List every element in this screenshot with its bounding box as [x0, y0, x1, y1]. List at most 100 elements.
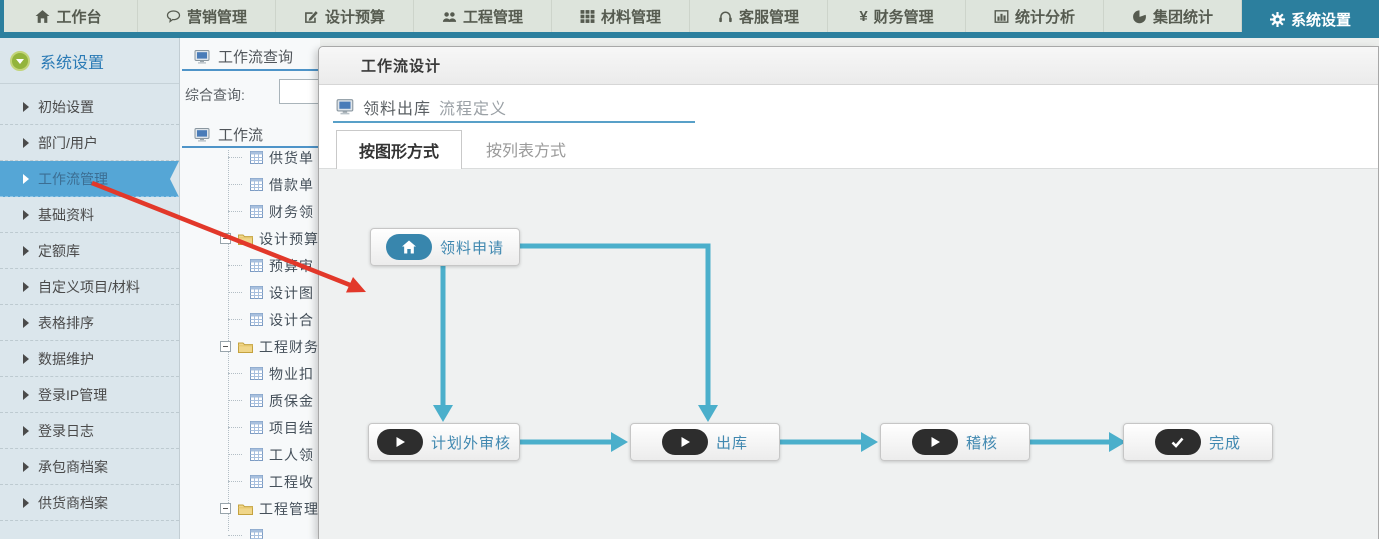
panel-header: 工作流设计: [319, 47, 1378, 85]
tree-item[interactable]: 预算审: [180, 252, 320, 279]
table-icon: [250, 313, 263, 326]
nav-item-workbench[interactable]: 工作台: [0, 0, 137, 32]
process-name: 领料出库: [363, 95, 431, 119]
tree-item[interactable]: 工人领: [180, 441, 320, 468]
headset-icon: [718, 9, 733, 24]
caret-right-icon: [23, 210, 29, 220]
nav-item-label: 财务管理: [874, 6, 934, 27]
gear-icon: [1270, 12, 1285, 27]
tree-folder[interactable]: 设计预算: [180, 225, 320, 252]
sidebar-item-label: 承包商档案: [38, 457, 108, 477]
caret-right-icon: [23, 102, 29, 112]
sidebar-item-initial-settings[interactable]: 初始设置: [0, 89, 179, 125]
tree-folder[interactable]: 工程管理: [180, 495, 320, 522]
caret-right-icon: [23, 354, 29, 364]
tree-item[interactable]: [180, 522, 320, 539]
query-panel-title: 工作流查询: [218, 46, 293, 67]
sidebar-item-contractor-archive[interactable]: 承包商档案: [0, 449, 179, 485]
sidebar-item-workflow-management[interactable]: 工作流管理: [0, 161, 179, 197]
search-input[interactable]: [279, 79, 320, 104]
divider: [182, 146, 320, 148]
divider: [182, 69, 320, 71]
home-icon: [386, 234, 432, 260]
sidebar-item-label: 数据维护: [38, 349, 94, 369]
flow-node-outbound[interactable]: 出库: [630, 423, 780, 461]
sidebar-item-data-maintenance[interactable]: 数据维护: [0, 341, 179, 377]
tree-item-label: 供货单: [269, 150, 314, 168]
yen-icon: ¥: [859, 8, 867, 25]
tree-item[interactable]: 设计图: [180, 279, 320, 306]
tree-item[interactable]: 借款单: [180, 171, 320, 198]
collapse-minus-icon[interactable]: [220, 341, 231, 352]
sidebar-header[interactable]: 系统设置: [0, 38, 179, 84]
nav-item-label: 营销管理: [187, 6, 247, 27]
caret-right-icon: [23, 246, 29, 256]
chat-icon: [166, 9, 181, 24]
sidebar-item-label: 表格排序: [38, 313, 94, 333]
sidebar-item-custom-projects-materials[interactable]: 自定义项目/材料: [0, 269, 179, 305]
tab-list-view[interactable]: 按列表方式: [464, 130, 588, 168]
tree-item[interactable]: 供货单: [180, 150, 320, 171]
tree-item[interactable]: 设计合: [180, 306, 320, 333]
tree-item-label: 设计合: [269, 310, 314, 330]
sidebar-item-label: 基础资料: [38, 205, 94, 225]
nav-item-label: 工程管理: [463, 6, 523, 27]
tab-graphic-view[interactable]: 按图形方式: [336, 130, 462, 169]
flow-node-material-request[interactable]: 领料申请: [370, 228, 520, 266]
caret-right-icon: [23, 462, 29, 472]
table-icon: [250, 475, 263, 488]
collapse-minus-icon[interactable]: [220, 503, 231, 514]
tree-item[interactable]: 工程收: [180, 468, 320, 495]
nav-item-engineering[interactable]: 工程管理: [413, 0, 551, 32]
tree-item[interactable]: 财务领: [180, 198, 320, 225]
folder-icon: [238, 341, 253, 353]
view-tabs: 按图形方式 按列表方式: [336, 130, 588, 169]
sidebar-item-login-log[interactable]: 登录日志: [0, 413, 179, 449]
tree-item-label: 财务领: [269, 202, 314, 222]
nav-item-finance[interactable]: ¥ 财务管理: [827, 0, 965, 32]
workflow-tree-header: 工作流: [194, 124, 263, 145]
workflow-design-panel: 工作流设计 领料出库 流程定义 按图形方式 按列表方式: [318, 46, 1379, 539]
table-icon: [250, 286, 263, 299]
home-icon: [35, 9, 50, 24]
tree-item-label: 质保金: [269, 391, 314, 411]
sidebar-menu: 初始设置 部门/用户 工作流管理 基础资料 定额库 自定义项目/材料 表格排序 …: [0, 84, 179, 521]
nav-item-label: 集团统计: [1153, 6, 1213, 27]
nav-item-customer-service[interactable]: 客服管理: [689, 0, 827, 32]
sidebar-item-table-sorting[interactable]: 表格排序: [0, 305, 179, 341]
tree-folder[interactable]: 工程财务: [180, 333, 320, 360]
folder-icon: [238, 233, 253, 245]
flow-node-complete[interactable]: 完成: [1123, 423, 1273, 461]
caret-right-icon: [23, 498, 29, 508]
flow-node-unplanned-review[interactable]: 计划外审核: [368, 423, 520, 461]
sidebar-item-label: 初始设置: [38, 97, 94, 117]
nav-item-marketing[interactable]: 营销管理: [137, 0, 275, 32]
workflow-canvas[interactable]: 领料申请 计划外审核 出库 稽核 完成: [319, 168, 1378, 539]
flow-node-label: 领料申请: [440, 237, 504, 258]
collapse-minus-icon[interactable]: [220, 233, 231, 244]
nav-item-design-budget[interactable]: 设计预算: [275, 0, 413, 32]
flow-connectors: [319, 169, 1378, 539]
tree-item[interactable]: 质保金: [180, 387, 320, 414]
nav-item-statistics[interactable]: 统计分析: [965, 0, 1103, 32]
flow-node-audit[interactable]: 稽核: [880, 423, 1030, 461]
sidebar-item-supplier-archive[interactable]: 供货商档案: [0, 485, 179, 521]
tree-item-label: 预算审: [269, 256, 314, 276]
panel-title: 工作流设计: [361, 55, 441, 76]
tree-item[interactable]: 项目结: [180, 414, 320, 441]
nav-item-group-stats[interactable]: 集团统计: [1103, 0, 1241, 32]
sidebar-item-departments-users[interactable]: 部门/用户: [0, 125, 179, 161]
workflow-tree-title: 工作流: [218, 124, 263, 145]
caret-right-icon: [23, 426, 29, 436]
sidebar-item-login-ip[interactable]: 登录IP管理: [0, 377, 179, 413]
sidebar-item-quota-library[interactable]: 定额库: [0, 233, 179, 269]
sidebar-item-basic-data[interactable]: 基础资料: [0, 197, 179, 233]
collapse-chevron-icon[interactable]: [10, 51, 30, 71]
table-icon: [250, 178, 263, 191]
nav-item-label: 统计分析: [1015, 6, 1075, 27]
monitor-icon: [194, 128, 211, 142]
nav-item-materials[interactable]: 材料管理: [551, 0, 689, 32]
check-icon: [1155, 429, 1201, 455]
divider: [333, 121, 695, 123]
tree-item[interactable]: 物业扣: [180, 360, 320, 387]
